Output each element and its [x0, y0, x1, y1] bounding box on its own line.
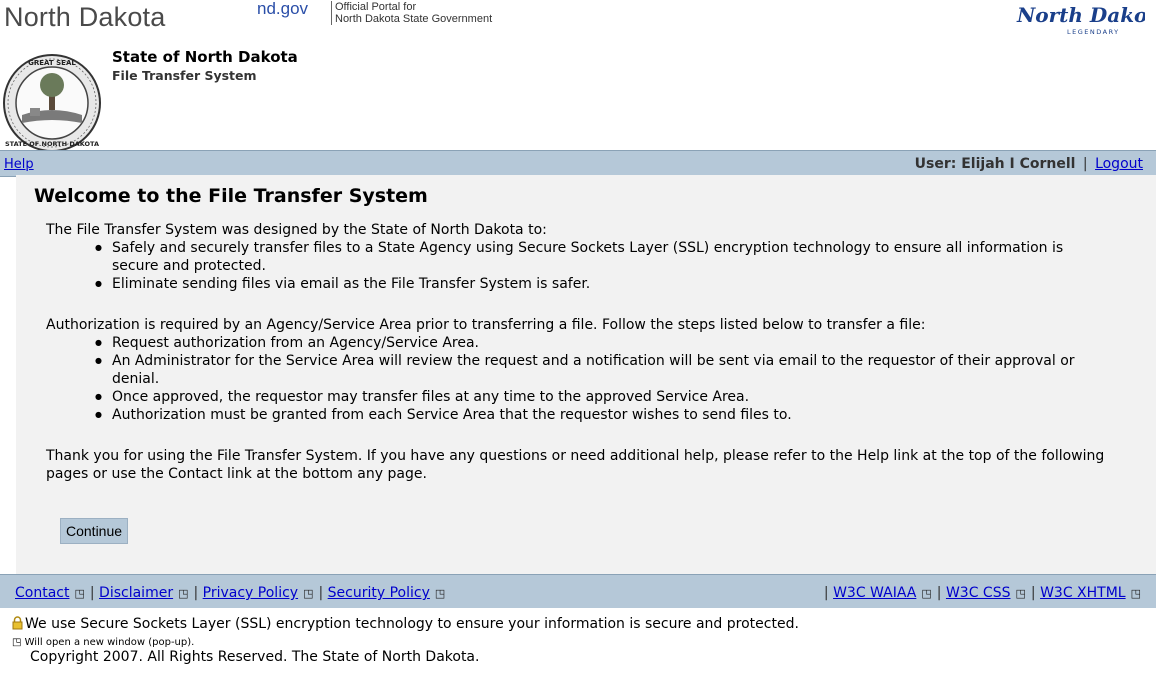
list-item: Request authorization from an Agency/Ser…: [94, 334, 1104, 352]
popup-window-icon: ◳: [1015, 587, 1026, 600]
lock-icon: [12, 616, 23, 630]
user-area: User: Elijah I Cornell | Logout: [915, 156, 1143, 172]
state-name: State of North Dakota: [112, 48, 298, 66]
site-title[interactable]: North Dakota: [4, 2, 165, 33]
nav-bar: Help User: Elijah I Cornell | Logout: [0, 150, 1156, 177]
system-name: File Transfer System: [112, 68, 257, 83]
list-item: Safely and securely transfer files to a …: [94, 239, 1104, 275]
thanks-text: Thank you for using the File Transfer Sy…: [46, 448, 1105, 482]
logout-link[interactable]: Logout: [1095, 156, 1143, 172]
w3c-xhtml-link[interactable]: W3C XHTML: [1040, 585, 1126, 601]
current-user: User: Elijah I Cornell: [914, 156, 1076, 172]
footer-bar: Contact ◳ | Disclaimer ◳ | Privacy Policy ◳ | …: [0, 574, 1156, 608]
page-title: Welcome to the File Transfer System: [34, 185, 428, 207]
ssl-note-text: We use Secure Sockets Layer (SSL) encryp…: [25, 616, 799, 632]
separator: |: [823, 585, 829, 601]
auth-intro-text: Authorization is required by an Agency/S…: [46, 317, 926, 333]
separator: |: [193, 585, 199, 601]
popup-window-icon: ◳: [1130, 587, 1141, 600]
popup-window-icon: ◳: [434, 587, 446, 600]
intro-list: Safely and securely transfer files to a …: [94, 239, 1104, 293]
portal-topbar: North Dakota nd.gov Official Portal for …: [0, 0, 1156, 37]
popup-window-icon: ◳: [74, 587, 85, 600]
svg-text:GREAT SEAL: GREAT SEAL: [28, 59, 76, 67]
new-window-note: ◳ Will open a new window (pop-up).: [12, 637, 194, 648]
popup-window-icon: ◳: [921, 587, 932, 600]
legendary-logo[interactable]: North Dakota LEGENDARY: [1015, 0, 1145, 38]
state-seal-icon: GREAT SEAL STATE OF NORTH DAKOTA: [3, 54, 101, 152]
auth-steps-list: Request authorization from an Agency/Ser…: [94, 334, 1104, 424]
privacy-policy-link[interactable]: Privacy Policy: [203, 585, 298, 601]
w3c-css-link[interactable]: W3C CSS: [946, 585, 1011, 601]
continue-button[interactable]: Continue: [60, 518, 129, 544]
ndgov-logo[interactable]: nd.gov: [257, 0, 308, 19]
portal-tagline: Official Portal for North Dakota State G…: [331, 1, 492, 25]
copyright: Copyright 2007. All Rights Reserved. The…: [30, 649, 480, 665]
w3c-waiaa-link[interactable]: W3C WAIAA: [833, 585, 916, 601]
security-policy-link[interactable]: Security Policy: [328, 585, 430, 601]
footer-links-right: | W3C WAIAA ◳ | W3C CSS ◳ | W3C XHTML ◳: [824, 585, 1146, 601]
help-link[interactable]: Help: [4, 157, 34, 172]
svg-text:STATE OF NORTH DAKOTA: STATE OF NORTH DAKOTA: [5, 140, 99, 148]
contact-link[interactable]: Contact: [15, 585, 69, 601]
footer-links-left: Contact ◳ | Disclaimer ◳ | Privacy Policy ◳ | …: [15, 585, 450, 601]
main-content: Welcome to the File Transfer System The …: [16, 175, 1156, 574]
separator: |: [89, 585, 95, 601]
disclaimer-link[interactable]: Disclaimer: [99, 585, 173, 601]
popup-window-icon: ◳: [12, 637, 22, 648]
list-item: Once approved, the requestor may transfe…: [94, 388, 1104, 406]
list-item: An Administrator for the Service Area wi…: [94, 352, 1104, 388]
page-header: GREAT SEAL STATE OF NORTH DAKOTA State o…: [0, 37, 1156, 152]
popup-window-icon: ◳: [303, 587, 314, 600]
separator: |: [1082, 156, 1088, 172]
list-item: Authorization must be granted from each …: [94, 406, 1104, 424]
svg-text:North Dakota: North Dakota: [1016, 3, 1145, 27]
new-window-note-text: Will open a new window (pop-up).: [24, 637, 195, 648]
popup-window-icon: ◳: [178, 587, 189, 600]
list-item: Eliminate sending files via email as the…: [94, 275, 1104, 293]
svg-text:LEGENDARY: LEGENDARY: [1067, 28, 1120, 36]
separator: |: [1030, 585, 1036, 601]
separator: |: [318, 585, 324, 601]
intro-text: The File Transfer System was designed by…: [46, 222, 547, 238]
portal-tagline-line1: Official Portal for: [335, 1, 417, 13]
ssl-note: We use Secure Sockets Layer (SSL) encryp…: [12, 616, 799, 632]
portal-tagline-line2: North Dakota State Government: [335, 13, 493, 25]
separator: |: [936, 585, 942, 601]
